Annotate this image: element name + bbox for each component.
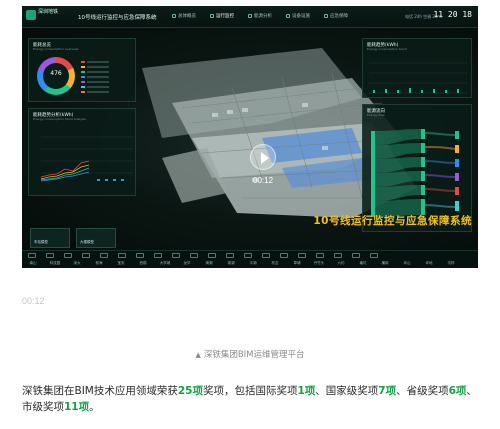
station-icon[interactable] [334,253,342,258]
station-icon[interactable] [172,253,180,258]
video-overlay-title: 10号线运行监控与应急保障系统 [313,215,472,227]
energy-overview-panel: 能耗总览 Energy consumption overview 476 [28,38,136,102]
panel-subtitle: Energy consumption overview [33,47,79,51]
tab-facilities[interactable]: 设备设施 [286,13,310,19]
station-icons [28,253,378,258]
text-segment: 。 [89,401,100,413]
station-label[interactable]: 塘坑 [356,261,370,266]
legend-row [81,89,109,94]
clock: 11 20 18 [433,10,472,19]
highlight-number: 7项 [378,385,397,397]
station-label[interactable]: 六约 [334,261,348,266]
highlight-number: 6项 [448,385,467,397]
station-thumbnail[interactable]: 车站模型 [30,228,70,248]
station-icon[interactable] [370,253,378,258]
panel-subtitle: Energy flow [367,113,385,117]
station-icon[interactable] [244,253,252,258]
energy-trend-right-panel: 能耗趋势(kWh) Energy consumption trend [362,38,472,98]
station-label[interactable]: 坑梓 [444,261,458,266]
panel-subtitle: Energy consumption trend analysis [33,117,86,121]
donut-legend [81,59,109,94]
station-icon[interactable] [262,253,270,258]
energy-trend-panel: 能耗趋势分析(kWh) Energy consumption trend ana… [28,108,136,196]
station-icon[interactable] [226,253,234,258]
station-icon[interactable] [46,253,54,258]
tab-monitoring[interactable]: 运行监控 [210,13,234,19]
tab-emergency[interactable]: 应急保障 [324,13,348,19]
video-player[interactable]: 深圳地铁 10号线运行监控与应急保障系统 总体概览 运行监控 能源分析 设备设施… [22,6,478,268]
station-label[interactable]: 丹竹头 [312,261,326,266]
station-bar: 南山 科技园 深大 前海 宝安 西丽 大学城 龙华 清湖 观澜 平湖 布吉 草埔 丹竹头 六约 塘坑 横岗 坪山 坪… [22,250,478,268]
energy-flow-sankey [371,129,459,217]
video-time-display: 00:12 [253,176,274,185]
company-logo [26,10,36,20]
station-icon[interactable] [316,253,324,258]
logo-text: 深圳地铁 [38,9,59,15]
emergency-icon [324,14,328,18]
tab-overview[interactable]: 总体概览 [172,13,196,19]
nav-tabs: 总体概览 运行监控 能源分析 设备设施 应急保障 [172,13,348,19]
station-label[interactable]: 深大 [70,261,84,266]
station-label[interactable]: 宝安 [114,261,128,266]
station-label[interactable]: 坪地 [422,261,436,266]
station-label[interactable]: 草埔 [290,261,304,266]
station-label[interactable]: 横岗 [378,261,392,266]
bim-3d-viewport[interactable]: 能耗总览 Energy consumption overview 476 能耗趋… [22,28,478,250]
energy-icon [248,14,252,18]
station-label[interactable]: 前海 [92,261,106,266]
facility-icon [286,14,290,18]
thumbnail-label: 大楼模型 [80,240,94,244]
station-icon[interactable] [28,253,36,258]
station-label[interactable]: 南山 [26,261,40,266]
station-label[interactable]: 龙华 [180,261,194,266]
station-label[interactable]: 平湖 [246,261,260,266]
trend-mini-chart [369,62,467,94]
station-icon[interactable] [298,253,306,258]
text-segment: 、省级奖项 [396,385,449,397]
station-label[interactable]: 观澜 [224,261,238,266]
text-segment: 深铁集团在BIM技术应用领域荣获 [22,385,178,397]
station-label[interactable]: 科技园 [48,261,62,266]
app-header: 深圳地铁 10号线运行监控与应急保障系统 总体概览 运行监控 能源分析 设备设施… [22,6,478,28]
donut-value: 476 [50,70,62,77]
building-thumbnail[interactable]: 大楼模型 [76,228,116,248]
highlight-number: 25项 [177,385,203,397]
station-icon[interactable] [280,253,288,258]
overview-icon [172,14,176,18]
highlight-number: 11项 [64,401,90,413]
thumbnail-label: 车站模型 [34,240,48,244]
panel-subtitle: Energy consumption trend [367,47,407,51]
station-icon[interactable] [208,253,216,258]
station-icon[interactable] [100,253,108,258]
text-segment: 、国家级奖项 [315,385,379,397]
station-icon[interactable] [118,253,126,258]
station-icon[interactable] [154,253,162,258]
station-label[interactable]: 西丽 [136,261,150,266]
station-label[interactable]: 清湖 [202,261,216,266]
station-labels: 南山 科技园 深大 前海 宝安 西丽 大学城 龙华 清湖 观澜 平湖 布吉 草埔 丹竹头 六约 塘坑 横岗 坪山 坪… [26,261,458,266]
highlight-number: 1项 [297,385,316,397]
station-icon[interactable] [352,253,360,258]
trend-line-chart [40,136,133,182]
text-segment: 奖项，包括国际奖项 [202,385,298,397]
station-icon[interactable] [64,253,72,258]
caret-up-icon: ▲ [195,351,201,359]
tab-energy[interactable]: 能源分析 [248,13,272,19]
station-icon[interactable] [190,253,198,258]
article-paragraph: 深铁集团在BIM技术应用领域荣获25项奖项，包括国际奖项1项、国家级奖项7项、省… [22,383,484,415]
station-icon[interactable] [136,253,144,258]
station-label[interactable]: 坪山 [400,261,414,266]
monitor-icon [210,14,214,18]
station-label[interactable]: 大学城 [158,261,172,266]
station-label[interactable]: 布吉 [268,261,282,266]
station-icon[interactable] [82,253,90,258]
image-caption: ▲ 深铁集团BIM运维管理平台 [0,348,500,360]
caption-text: 深铁集团BIM运维管理平台 [203,350,305,360]
video-timestamp: 00:12 [22,296,45,306]
system-title: 10号线运行监控与应急保障系统 [78,15,157,21]
play-button[interactable] [250,144,276,170]
